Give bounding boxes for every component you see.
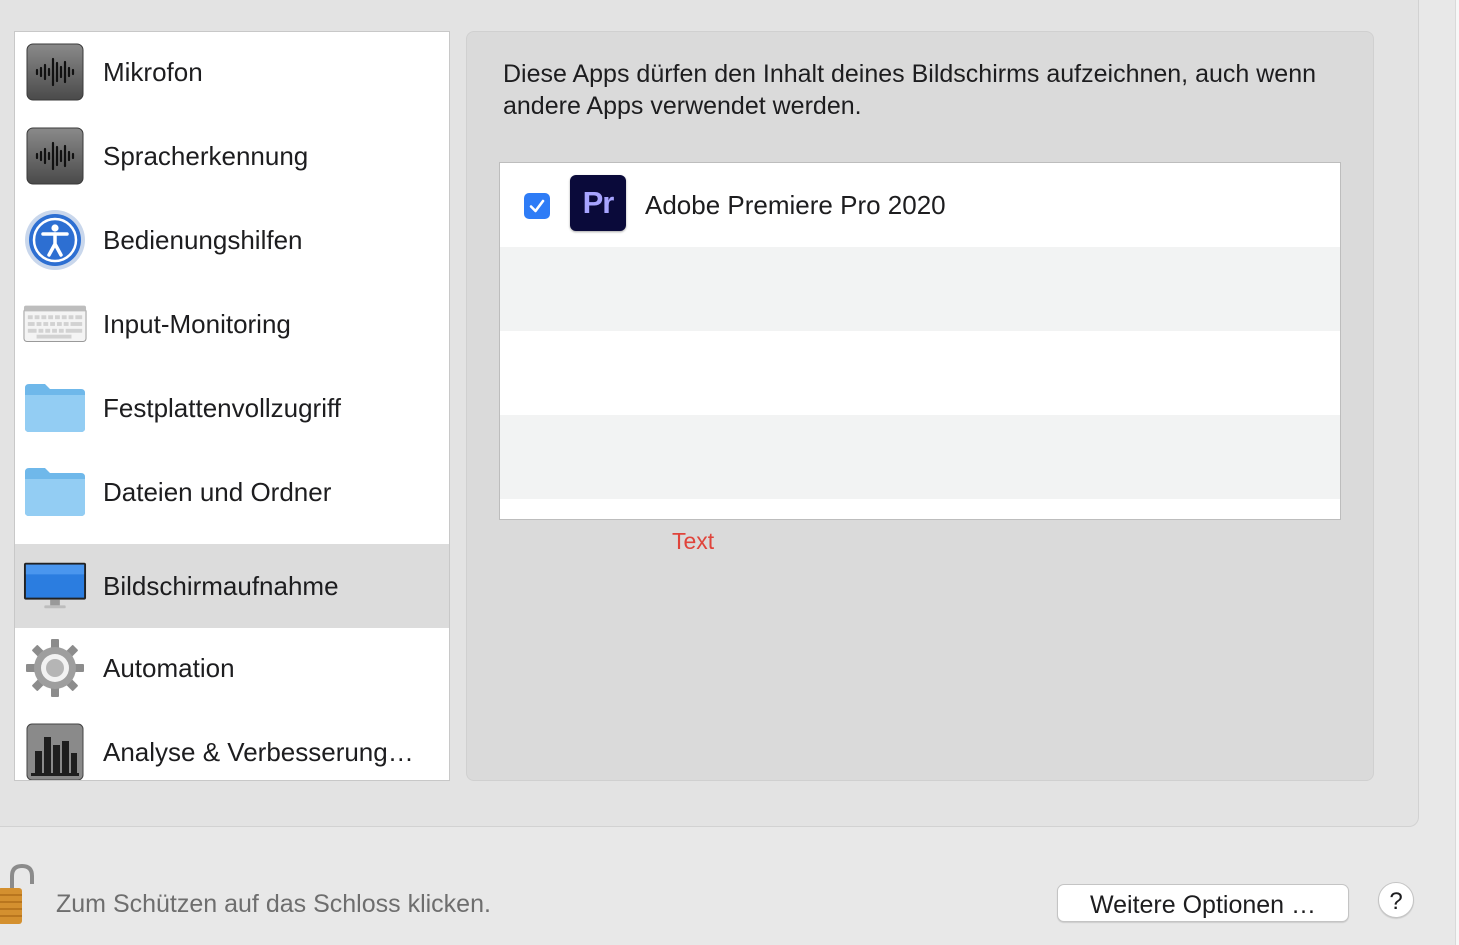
sidebar-item-automation[interactable]: Automation [15, 626, 449, 710]
sidebar-item-label: Mikrofon [103, 57, 203, 87]
sidebar-item-mikrofon[interactable]: Mikrofon [15, 32, 449, 114]
bar-chart-icon [23, 720, 87, 780]
permission-checkbox[interactable] [524, 193, 550, 219]
panel-description: Diese Apps dürfen den Inhalt deines Bild… [503, 60, 1317, 120]
sidebar-item-analyse[interactable]: Analyse & Verbesserung… [15, 710, 449, 780]
screen-recording-panel: Diese Apps dürfen den Inhalt deines Bild… [466, 31, 1374, 781]
checkmark-icon [529, 199, 545, 213]
display-icon [23, 554, 87, 618]
folder-icon [23, 460, 87, 524]
list-item[interactable]: Pr Adobe Premiere Pro 2020 [500, 163, 1340, 247]
lock-hint-text: Zum Schützen auf das Schloss klicken. [56, 890, 491, 918]
sidebar-item-spracherkennung[interactable]: Spracherkennung [15, 114, 449, 198]
speech-waveform-icon [23, 124, 87, 188]
sidebar-item-label: Spracherkennung [103, 141, 309, 171]
preferences-tab-content: Mikrofon Spracherkennung Bedienungshilfe… [0, 0, 1419, 827]
sidebar-item-label: Bildschirmaufnahme [103, 571, 339, 601]
annotation-text: Text [672, 528, 715, 554]
sidebar-item-bedienungshilfen[interactable]: Bedienungshilfen [15, 198, 449, 282]
folder-icon [23, 376, 87, 440]
sidebar-item-label: Dateien und Ordner [103, 477, 332, 507]
app-permission-list[interactable]: Pr Adobe Premiere Pro 2020 [499, 162, 1341, 520]
keyboard-icon [23, 292, 87, 356]
help-button[interactable]: ? [1378, 882, 1414, 918]
premiere-pro-icon: Pr [570, 175, 626, 231]
premiere-icon-text: Pr [582, 185, 615, 220]
sidebar-item-label: Input-Monitoring [103, 309, 291, 339]
sidebar-item-festplattenvollzugriff[interactable]: Festplattenvollzugriff [15, 366, 449, 450]
empty-list-row [500, 415, 1340, 499]
sidebar-item-label: Analyse & Verbesserung… [103, 737, 414, 767]
sidebar-item-label: Automation [103, 653, 235, 683]
empty-list-row [500, 247, 1340, 331]
sidebar-item-input-monitoring[interactable]: Input-Monitoring [15, 282, 449, 366]
sidebar-item-dateien-und-ordner[interactable]: Dateien und Ordner [15, 450, 449, 534]
sidebar-item-label: Bedienungshilfen [103, 225, 303, 255]
accessibility-icon [23, 208, 87, 272]
sidebar-item-bildschirmaufnahme[interactable]: Bildschirmaufnahme [15, 544, 449, 628]
gear-icon [23, 636, 87, 700]
window-edge [1455, 0, 1459, 945]
microphone-waveform-icon [23, 40, 87, 104]
empty-list-row [500, 331, 1340, 415]
more-options-button[interactable]: Weitere Optionen … [1057, 884, 1349, 922]
privacy-category-list[interactable]: Mikrofon Spracherkennung Bedienungshilfe… [14, 31, 450, 781]
lock-icon[interactable] [0, 862, 36, 926]
sidebar-item-label: Festplattenvollzugriff [103, 393, 341, 423]
app-name: Adobe Premiere Pro 2020 [645, 190, 946, 220]
